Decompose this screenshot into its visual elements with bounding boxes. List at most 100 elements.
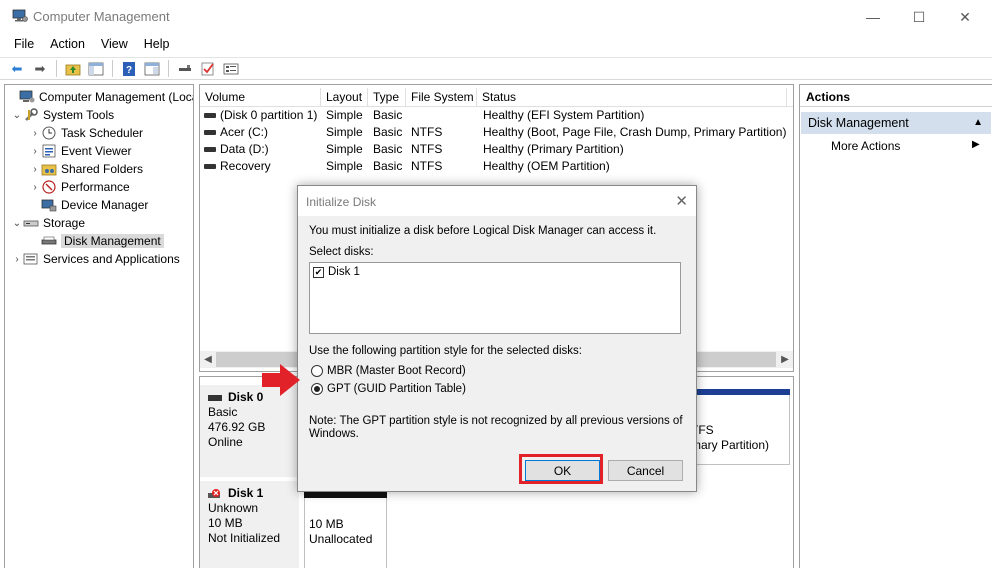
volume-status: Healthy (Primary Partition) (483, 142, 624, 156)
settings-icon[interactable] (221, 60, 241, 78)
column-layout[interactable]: Layout (321, 88, 368, 107)
tree-item-task-scheduler[interactable]: › Task Scheduler (29, 124, 143, 142)
chevron-right-icon[interactable]: › (29, 146, 41, 157)
volume-icon (204, 113, 216, 118)
performance-icon (41, 180, 57, 194)
disk-list-item[interactable]: ✔ Disk 1 (313, 266, 360, 278)
disk-1-partition[interactable]: 10 MB Unallocated (304, 498, 387, 568)
column-type[interactable]: Type (368, 88, 406, 107)
scroll-right-icon[interactable]: ▶ (777, 351, 793, 368)
volume-layout: Simple (326, 142, 363, 156)
disk-1-name-row: Disk 1 (208, 486, 291, 501)
chevron-right-icon[interactable]: › (29, 182, 41, 193)
up-folder-icon[interactable] (63, 60, 83, 78)
chevron-right-icon[interactable]: › (29, 164, 41, 175)
minimize-button[interactable]: — (850, 0, 896, 34)
chevron-down-icon[interactable]: ⌄ (11, 218, 23, 229)
volume-layout: Simple (326, 125, 363, 139)
tree-item-device-manager[interactable]: Device Manager (29, 196, 148, 214)
maximize-button[interactable]: ☐ (896, 0, 942, 34)
cancel-button[interactable]: Cancel (608, 460, 683, 481)
gpt-note-line-2: Windows. (309, 428, 359, 440)
close-button[interactable]: ✕ (942, 0, 988, 34)
scroll-left-icon[interactable]: ◀ (200, 351, 216, 368)
column-file-system[interactable]: File System (406, 88, 477, 107)
chevron-down-icon[interactable]: ⌄ (11, 110, 23, 121)
disk-0-name: Disk 0 (228, 390, 264, 404)
disk-1-name: Disk 1 (228, 486, 264, 500)
column-volume[interactable]: Volume (200, 88, 321, 107)
tree-label: System Tools (43, 108, 115, 122)
help-icon[interactable]: ? (119, 60, 139, 78)
show-hide-tree-icon[interactable] (86, 60, 106, 78)
disk-0-state: Online (208, 435, 243, 449)
disk-0-label[interactable]: Disk 0 Basic 476.92 GB Online (200, 385, 299, 477)
tree-item-performance[interactable]: › Performance (29, 178, 130, 196)
more-actions-link[interactable]: More Actions (831, 139, 900, 153)
menu-bar: File Action View Help (0, 34, 992, 54)
device-manager-icon (41, 198, 57, 212)
volume-status: Healthy (Boot, Page File, Crash Dump, Pr… (483, 125, 787, 139)
menu-action[interactable]: Action (42, 37, 93, 51)
clock-icon (41, 126, 57, 140)
disk-0-type: Basic (208, 405, 238, 419)
menu-view[interactable]: View (93, 37, 136, 51)
disk-1-size: 10 MB (208, 516, 243, 530)
tree-item-shared-folders[interactable]: › Shared Folders (29, 160, 143, 178)
tree-item-storage[interactable]: ⌄ Storage (11, 214, 85, 232)
services-icon (23, 252, 39, 266)
tree-item-event-viewer[interactable]: › Event Viewer (29, 142, 131, 160)
tools-icon (23, 108, 39, 122)
gpt-label: GPT (GUID Partition Table) (327, 383, 466, 395)
chevron-right-icon[interactable]: › (11, 254, 23, 265)
forward-icon[interactable]: ➡ (30, 60, 50, 78)
toolbar-divider (112, 60, 113, 77)
dialog-title-bar: Initialize Disk ✕ (298, 186, 696, 216)
dialog-close-icon[interactable]: ✕ (675, 192, 688, 210)
collapse-up-icon[interactable]: ▲ (973, 112, 983, 134)
shared-folder-icon (41, 162, 57, 176)
menu-help[interactable]: Help (136, 37, 178, 51)
mbr-label: MBR (Master Boot Record) (327, 365, 466, 377)
mbr-radio-button[interactable] (311, 365, 323, 377)
menu-file[interactable]: File (6, 37, 42, 51)
submenu-arrow-icon[interactable]: ▶ (972, 139, 980, 150)
initialize-disk-dialog: Initialize Disk ✕ You must initialize a … (297, 185, 697, 492)
tree-label: Shared Folders (61, 162, 144, 176)
disk-1-state: Not Initialized (208, 531, 281, 545)
tree-item-services-applications[interactable]: › Services and Applications (11, 250, 180, 268)
check-icon[interactable] (198, 60, 218, 78)
tree-label: Event Viewer (61, 144, 132, 158)
disk-1-checkbox[interactable]: ✔ (313, 266, 324, 278)
actions-header: Actions (800, 85, 992, 107)
partition-style-label: Use the following partition style for th… (309, 345, 582, 357)
disk-0-size: 476.92 GB (208, 420, 266, 434)
gpt-radio-button[interactable] (311, 383, 323, 395)
table-row[interactable]: (Disk 0 partition 1) Simple Basic Health… (200, 107, 793, 124)
chevron-right-icon[interactable]: › (29, 128, 41, 139)
mbr-radio-option[interactable]: MBR (Master Boot Record) (311, 365, 466, 377)
tree-item-computer-management[interactable]: Computer Management (Local (7, 88, 193, 106)
actions-section-disk-management[interactable]: Disk Management ▲ (801, 112, 991, 134)
volume-name: Acer (C:) (220, 125, 268, 139)
disk-1-label[interactable]: Disk 1 Unknown 10 MB Not Initialized (200, 481, 299, 568)
gpt-note-line-1: Note: The GPT partition style is not rec… (309, 415, 683, 427)
table-row[interactable]: Recovery Simple Basic NTFS Healthy (OEM … (200, 158, 793, 175)
tree-item-system-tools[interactable]: ⌄ System Tools (11, 106, 114, 124)
volume-name: Data (D:) (220, 142, 269, 156)
volume-name: Recovery (220, 159, 271, 173)
tree-item-disk-management[interactable]: Disk Management (29, 232, 164, 250)
tree-label: Device Manager (61, 198, 149, 212)
volume-status: Healthy (EFI System Partition) (483, 108, 645, 122)
tree-label: Performance (61, 180, 130, 194)
disk-select-list[interactable]: ✔ Disk 1 (309, 262, 681, 334)
properties-icon[interactable] (142, 60, 162, 78)
partition-status: mary Partition) (691, 438, 770, 452)
back-icon[interactable]: ⬅ (7, 60, 27, 78)
connect-icon[interactable] (175, 60, 195, 78)
table-row[interactable]: Data (D:) Simple Basic NTFS Healthy (Pri… (200, 141, 793, 158)
column-status[interactable]: Status (477, 88, 787, 107)
tree-label: Services and Applications (43, 252, 180, 266)
table-row[interactable]: Acer (C:) Simple Basic NTFS Healthy (Boo… (200, 124, 793, 141)
gpt-radio-option[interactable]: GPT (GUID Partition Table) (311, 383, 466, 395)
